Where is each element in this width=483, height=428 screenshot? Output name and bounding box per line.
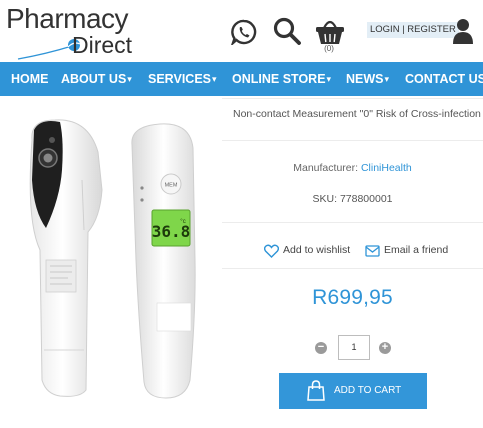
quantity-input[interactable]: 1 xyxy=(338,335,370,360)
nav-item-news[interactable]: NEWS▾ xyxy=(346,62,389,96)
basket-icon[interactable] xyxy=(315,16,345,46)
logo-text-bottom: Direct xyxy=(72,32,133,58)
nav-item-home[interactable]: HOME xyxy=(11,62,49,96)
chevron-down-icon: ▾ xyxy=(127,74,132,84)
quantity-increase-button[interactable]: + xyxy=(379,342,391,354)
nav-item-services[interactable]: SERVICES▾ xyxy=(148,62,217,96)
manufacturer-link[interactable]: CliniHealth xyxy=(361,162,412,174)
email-friend-label: Email a friend xyxy=(384,244,449,256)
chevron-down-icon: ▾ xyxy=(326,74,332,84)
chevron-down-icon: ▾ xyxy=(384,74,390,84)
thermometer-front-view: MEM 36.8 °c xyxy=(131,123,196,399)
chevron-down-icon: ▾ xyxy=(212,74,217,84)
add-to-cart-label: ADD TO CART xyxy=(334,385,402,396)
manufacturer-row: Manufacturer: CliniHealth xyxy=(222,162,483,174)
user-icon[interactable] xyxy=(452,18,474,44)
divider xyxy=(222,98,483,99)
nav-item-label: CONTACT US xyxy=(405,72,483,86)
nav-item-online-store[interactable]: ONLINE STORE▾ xyxy=(232,62,331,96)
login-register-link[interactable]: LOGIN | REGISTER xyxy=(367,22,459,38)
product-description: Non-contact Measurement "0" Risk of Cros… xyxy=(233,108,481,120)
wishlist-label: Add to wishlist xyxy=(283,244,351,256)
nav-item-contact-us[interactable]: CONTACT US xyxy=(405,62,483,96)
nav-item-label: NEWS xyxy=(346,72,384,86)
heart-icon xyxy=(264,244,279,258)
site-header: Pharmacy Direct (0) LOGIN | REGISTER xyxy=(0,0,483,62)
quantity-decrease-button[interactable]: − xyxy=(315,342,327,354)
divider xyxy=(222,222,483,223)
product-detail-panel: Non-contact Measurement "0" Risk of Cros… xyxy=(222,96,483,428)
svg-text:°c: °c xyxy=(180,219,185,225)
nav-item-label: ONLINE STORE xyxy=(232,72,326,86)
envelope-icon xyxy=(365,245,380,257)
product-price: R699,95 xyxy=(312,286,393,309)
sku-label: SKU: xyxy=(312,193,338,205)
product-image[interactable]: MEM 36.8 °c xyxy=(0,100,225,428)
manufacturer-label: Manufacturer: xyxy=(293,162,359,174)
pharmacy-direct-logo[interactable]: Pharmacy Direct xyxy=(6,3,156,60)
thermometer-side-view xyxy=(29,119,103,397)
divider xyxy=(222,140,483,141)
nav-item-label: SERVICES xyxy=(148,72,211,86)
nav-item-label: HOME xyxy=(11,72,49,86)
divider xyxy=(222,268,483,269)
svg-text:MEM: MEM xyxy=(165,183,178,189)
shopping-bag-icon xyxy=(307,380,325,401)
sku-row: SKU: 778800001 xyxy=(222,193,483,205)
nav-item-label: ABOUT US xyxy=(61,72,127,86)
search-icon[interactable] xyxy=(273,17,301,45)
logo-text-top: Pharmacy xyxy=(6,3,129,34)
sku-value: 778800001 xyxy=(339,193,393,205)
whatsapp-icon[interactable] xyxy=(231,19,257,45)
add-to-cart-button[interactable]: ADD TO CART xyxy=(279,373,427,409)
basket-count: (0) xyxy=(324,44,334,53)
main-nav: HOME ABOUT US▾ SERVICES▾ ONLINE STORE▾ N… xyxy=(0,62,483,96)
nav-item-about-us[interactable]: ABOUT US▾ xyxy=(61,62,132,96)
